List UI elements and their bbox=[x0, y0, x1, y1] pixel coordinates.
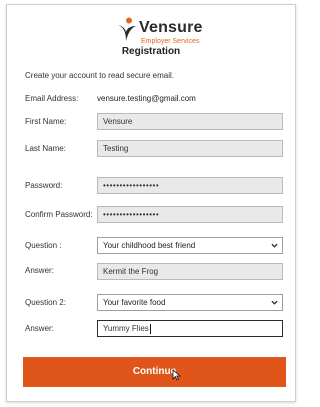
first-name-value: Vensure bbox=[103, 117, 133, 126]
continue-button[interactable]: Continue bbox=[23, 357, 286, 387]
mouse-pointer-icon bbox=[172, 369, 181, 381]
email-value: vensure.testing@gmail.com bbox=[97, 94, 196, 103]
vensure-swoosh-icon bbox=[118, 17, 136, 41]
confirm-password-field[interactable]: ••••••••••••••••• bbox=[97, 206, 283, 223]
first-name-label: First Name: bbox=[25, 117, 67, 126]
last-name-field[interactable]: Testing bbox=[97, 140, 283, 157]
password-field[interactable]: ••••••••••••••••• bbox=[97, 177, 283, 194]
answer2-label: Answer: bbox=[25, 324, 54, 333]
last-name-label: Last Name: bbox=[25, 144, 66, 153]
first-name-field[interactable]: Vensure bbox=[97, 113, 283, 130]
question2-label: Question 2: bbox=[25, 298, 66, 307]
question2-select[interactable]: Your favorite food bbox=[97, 294, 283, 311]
answer1-value: Kermit the Frog bbox=[103, 267, 159, 276]
brand-tagline: Employer Services bbox=[141, 38, 200, 45]
brand-logo: Vensure Employer Services bbox=[117, 17, 207, 49]
confirm-password-value: ••••••••••••••••• bbox=[103, 210, 160, 219]
question1-value: Your childhood best friend bbox=[103, 241, 196, 250]
chevron-down-icon bbox=[271, 300, 278, 305]
answer1-field[interactable]: Kermit the Frog bbox=[97, 263, 283, 280]
last-name-value: Testing bbox=[103, 144, 129, 153]
password-value: ••••••••••••••••• bbox=[103, 181, 160, 190]
chevron-down-icon bbox=[271, 243, 278, 248]
question2-value: Your favorite food bbox=[103, 298, 166, 307]
intro-text: Create your account to read secure email… bbox=[25, 71, 174, 80]
answer2-value: Yummy Flies bbox=[103, 324, 149, 333]
answer1-label: Answer: bbox=[25, 266, 54, 275]
text-caret bbox=[149, 323, 151, 334]
answer2-field[interactable]: Yummy Flies bbox=[97, 320, 283, 337]
password-label: Password: bbox=[25, 181, 63, 190]
brand-name: Vensure bbox=[139, 19, 203, 36]
registration-card: Vensure Employer Services Registration C… bbox=[6, 4, 296, 402]
question1-label: Question : bbox=[25, 241, 62, 250]
email-label: Email Address: bbox=[25, 94, 79, 103]
confirm-password-label: Confirm Password: bbox=[25, 210, 93, 219]
question1-select[interactable]: Your childhood best friend bbox=[97, 237, 283, 254]
page-title: Registration bbox=[121, 46, 181, 57]
